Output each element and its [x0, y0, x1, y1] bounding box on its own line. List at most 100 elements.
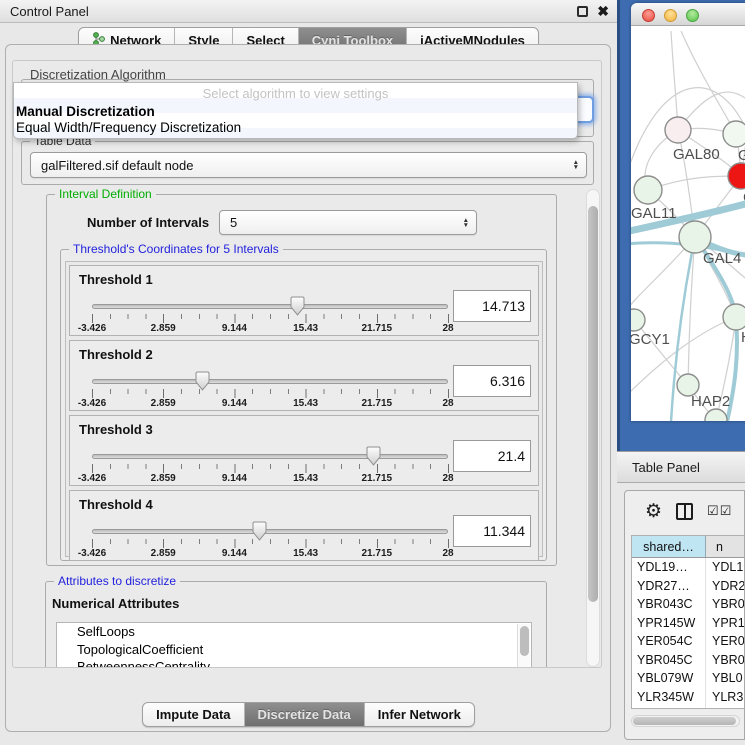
slider-track[interactable]	[92, 379, 448, 384]
tick-label: 21.715	[362, 473, 393, 484]
tick-label: 9.144	[222, 473, 247, 484]
threshold-2-panel: Threshold 2 -3.4262.8599.14415.4321.7152…	[69, 340, 539, 411]
node-label: GAL80	[673, 146, 720, 163]
minimize-traffic-light-icon[interactable]	[664, 9, 677, 22]
slider-major-ticks	[92, 389, 449, 398]
attributes-group-label: Attributes to discretize	[54, 574, 180, 588]
table-data-group: Table Data galFiltered.sif default node …	[21, 141, 594, 185]
network-view-frame: GAL80 GA C GAL11 GAL4 GCY1 H HAP2	[617, 0, 745, 451]
node-label: GAL4	[703, 250, 741, 267]
table-panel-title: Table Panel	[617, 460, 700, 475]
node-ga[interactable]	[723, 121, 745, 147]
slider-track[interactable]	[92, 529, 448, 534]
node-gcy1[interactable]	[631, 309, 645, 331]
table-row[interactable]: YLR345WYLR3	[632, 688, 744, 707]
table-data-combobox[interactable]: galFiltered.sif default node ▲▼	[30, 152, 587, 178]
table-panel-header: Table Panel	[617, 451, 745, 483]
number-of-intervals-combobox[interactable]: 5 ▲▼	[219, 210, 477, 235]
network-graph: GAL80 GA C GAL11 GAL4 GCY1 H HAP2	[631, 26, 745, 421]
tab-impute-data[interactable]: Impute Data	[143, 703, 243, 726]
table-row[interactable]: YBR045CYBR0	[632, 651, 744, 670]
tab-discretize-data[interactable]: Discretize Data	[244, 703, 364, 726]
slider-handle[interactable]	[290, 296, 305, 316]
column-header-name[interactable]: n	[706, 536, 744, 557]
table-row[interactable]: YBR043CYBR0	[632, 595, 744, 614]
table-row[interactable]: YPR145WYPR1	[632, 614, 744, 633]
float-window-icon[interactable]	[577, 6, 588, 17]
threshold-3-panel: Threshold 3 -3.4262.8599.14415.4321.7152…	[69, 415, 539, 486]
table-row[interactable]: YDR27…YDR2	[632, 577, 744, 596]
close-icon[interactable]: ✖	[597, 6, 609, 17]
tick-label: 2.859	[151, 548, 176, 559]
numerical-attributes-list[interactable]: SelfLoops TopologicalCoefficient Between…	[56, 622, 532, 668]
tick-label: -3.426	[78, 473, 106, 484]
slider-scale-labels: -3.4262.8599.14415.4321.71528	[92, 548, 448, 560]
threshold-value-field[interactable]: 14.713	[453, 290, 531, 322]
attributes-group: Attributes to discretize Numerical Attri…	[45, 581, 547, 668]
control-panel: Control Panel ✖ Network Style	[0, 0, 617, 745]
tick-label: 21.715	[362, 398, 393, 409]
table-row[interactable]: YDL19…YDL1	[632, 558, 744, 577]
slider-handle[interactable]	[252, 521, 267, 541]
checkbox-icons[interactable]: ☑☑	[707, 503, 732, 519]
node-gal11[interactable]	[634, 176, 662, 204]
table-header-row: shared… n	[632, 536, 744, 558]
node-h[interactable]	[723, 304, 745, 330]
node-label: GAL11	[631, 205, 677, 222]
node-gal80[interactable]	[665, 117, 691, 143]
dropdown-option-equal-width[interactable]: Equal Width/Frequency Discretization	[16, 120, 241, 135]
node-label: GA	[738, 147, 745, 164]
table-horizontal-scrollbar[interactable]	[631, 715, 740, 727]
tick-label: 21.715	[362, 548, 393, 559]
gear-icon[interactable]: ⚙	[645, 502, 662, 521]
close-traffic-light-icon[interactable]	[642, 9, 655, 22]
number-of-intervals-value: 5	[230, 215, 237, 230]
slider-scale-labels: -3.4262.8599.14415.4321.71528	[92, 473, 448, 485]
slider-track[interactable]	[92, 454, 448, 459]
slider-scale-labels: -3.4262.8599.14415.4321.71528	[92, 398, 448, 410]
tick-label: -3.426	[78, 323, 106, 334]
tick-label: -3.426	[78, 398, 106, 409]
slider-scale-labels: -3.4262.8599.14415.4321.71528	[92, 323, 448, 335]
tick-label: 28	[442, 323, 453, 334]
slider-handle[interactable]	[195, 371, 210, 391]
interval-definition-group: Interval Definition Number of Intervals …	[46, 194, 557, 566]
threshold-value-field[interactable]: 21.4	[453, 440, 531, 472]
threshold-value-field[interactable]: 11.344	[453, 515, 531, 547]
network-canvas[interactable]: GAL80 GA C GAL11 GAL4 GCY1 H HAP2	[631, 26, 745, 421]
table-row[interactable]: YER054CYER0	[632, 632, 744, 651]
algorithm-dropdown-popup: Select algorithm to view settings Manual…	[13, 82, 578, 139]
node-attribute-table[interactable]: shared… n YDL19…YDL1 YDR27…YDR2 YBR043CY…	[631, 535, 744, 709]
control-panel-titlebar: Control Panel ✖	[0, 0, 617, 23]
table-row[interactable]: YBL079WYBL0	[632, 669, 744, 688]
table-row[interactable]: YIL052CYIL0	[632, 706, 744, 709]
dropdown-option-manual[interactable]: Manual Discretization	[16, 104, 155, 119]
threshold-value-field[interactable]: 6.316	[453, 365, 531, 397]
slider-handle[interactable]	[366, 446, 381, 466]
tick-label: 15.43	[293, 473, 318, 484]
interval-definition-label: Interval Definition	[55, 187, 156, 201]
combo-stepper-icon: ▲▼	[573, 160, 579, 170]
tick-label: -3.426	[78, 548, 106, 559]
slider-major-ticks	[92, 314, 449, 323]
tick-label: 21.715	[362, 323, 393, 334]
network-window-titlebar	[631, 3, 745, 26]
attributes-scrollbar[interactable]	[517, 624, 530, 668]
list-item[interactable]: TopologicalCoefficient	[57, 641, 531, 659]
list-item[interactable]: SelfLoops	[57, 623, 531, 641]
node-label: HAP2	[691, 393, 730, 410]
list-item[interactable]: BetweennessCentrality	[57, 658, 531, 668]
tick-label: 9.144	[222, 323, 247, 334]
columns-icon[interactable]	[676, 503, 693, 520]
table-data-selected: galFiltered.sif default node	[41, 158, 193, 173]
content-vertical-scrollbar[interactable]	[586, 189, 600, 667]
column-header-shared[interactable]: shared…	[632, 536, 706, 557]
tab-infer-network[interactable]: Infer Network	[364, 703, 474, 726]
number-of-intervals-label: Number of Intervals	[87, 215, 209, 230]
node-gal4[interactable]	[679, 221, 711, 253]
node-label: GCY1	[631, 331, 670, 348]
zoom-traffic-light-icon[interactable]	[686, 9, 699, 22]
thresholds-group: Threshold's Coordinates for 5 Intervals …	[60, 249, 547, 561]
discretize-tab-content: Discretization Algorithm Table Data galF…	[12, 60, 602, 668]
slider-track[interactable]	[92, 304, 448, 309]
